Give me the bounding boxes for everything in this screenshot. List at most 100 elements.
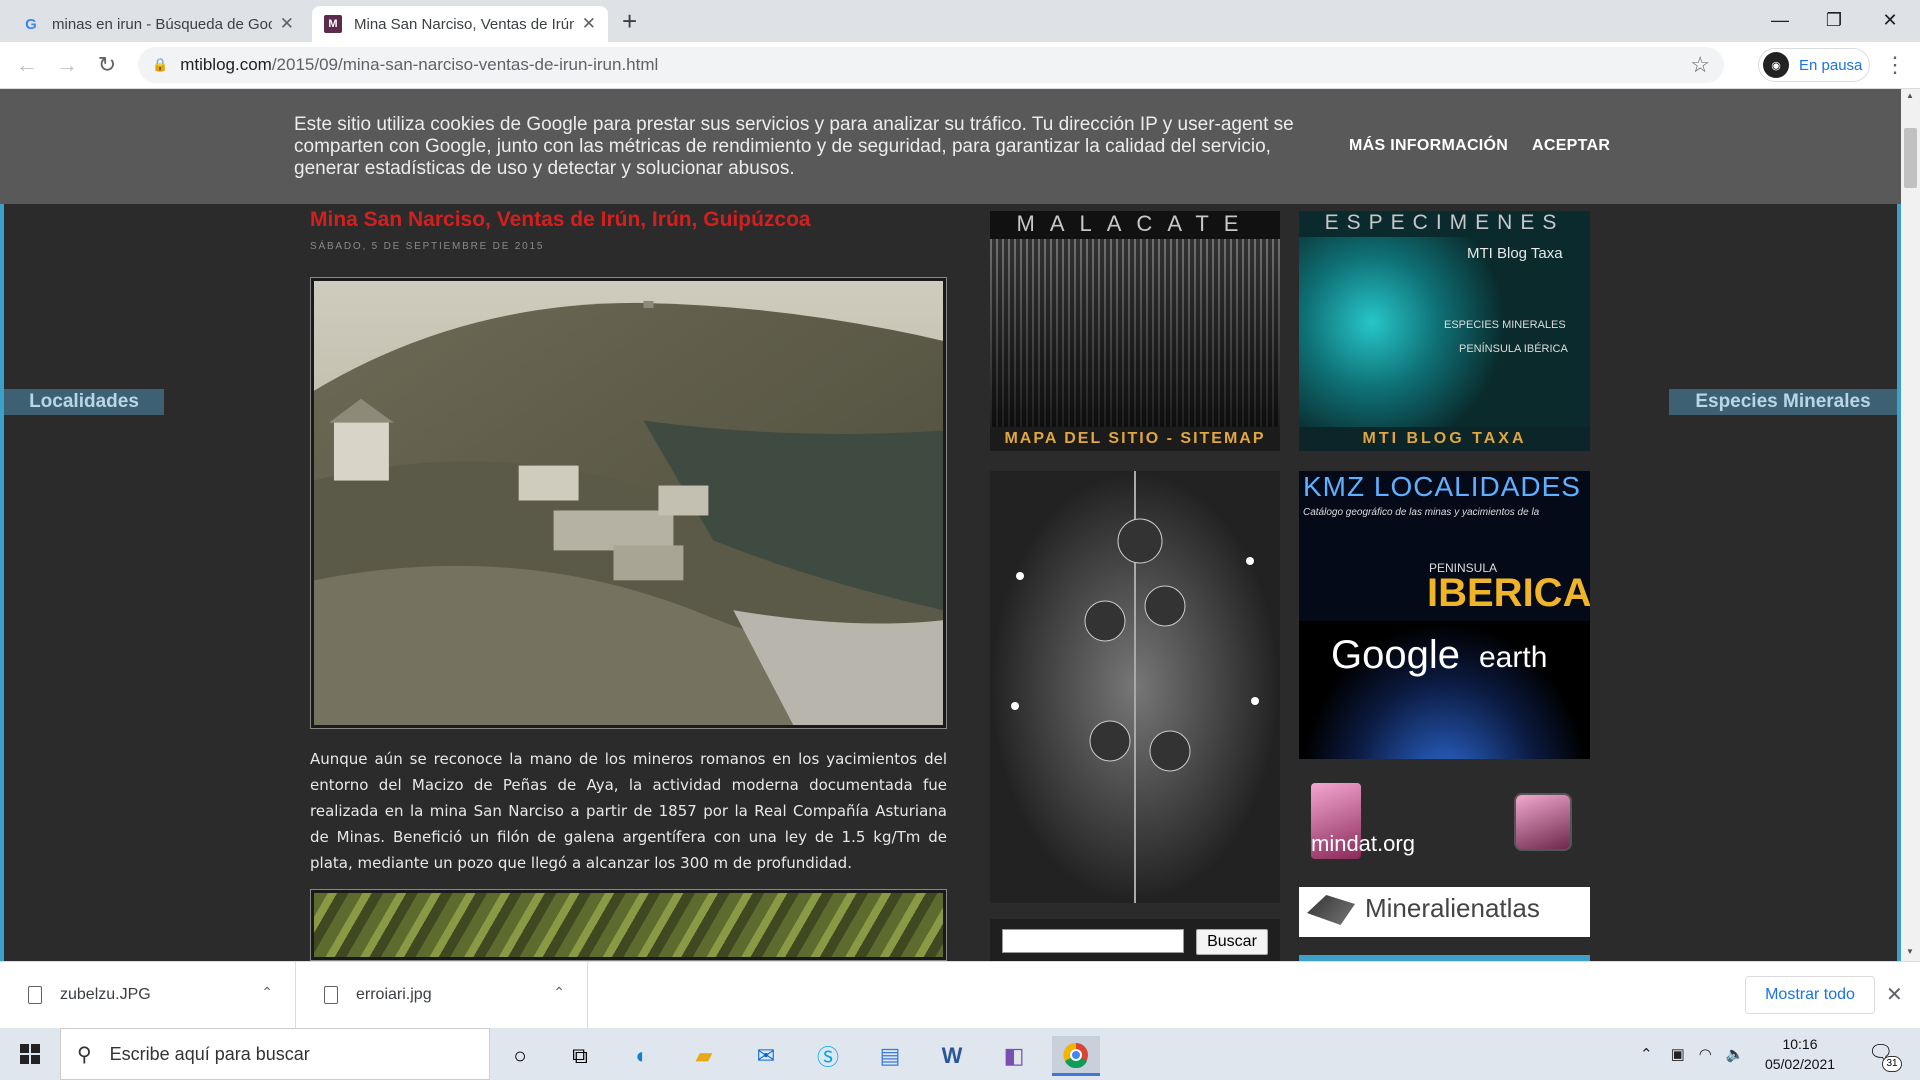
mindat-label: mindat.org (1311, 831, 1415, 856)
page-scrollbar[interactable]: ▲ ▼ (1901, 89, 1920, 961)
kmz-localidades-widget[interactable]: KMZ LOCALIDADES Catálogo geográfico de l… (1299, 471, 1590, 759)
especimenes-sub1: ESPECIES MINERALES (1444, 319, 1566, 331)
cookie-banner: Este sitio utiliza cookies de Google par… (0, 89, 1901, 204)
profile-status: En pausa (1799, 56, 1863, 74)
bookmark-star-icon[interactable]: ☆ (1690, 52, 1710, 78)
malacate-engraving (990, 239, 1280, 427)
maximize-button[interactable]: ❐ (1806, 0, 1862, 40)
download-item[interactable]: erroiari.jpg ⌃ (296, 962, 588, 1028)
mindat-widget[interactable]: mindat.org (1299, 779, 1590, 869)
more-info-button[interactable]: MÁS INFORMACIÓN (1349, 137, 1508, 155)
miners-engraving-widget[interactable] (990, 471, 1280, 903)
browser-toolbar: ← → ↻ 🔒 mtiblog.com/2015/09/mina-san-nar… (0, 42, 1920, 89)
download-filename: zubelzu.JPG (60, 986, 151, 1003)
scroll-up-icon[interactable]: ▲ (1906, 91, 1914, 100)
avatar: ◉ (1763, 52, 1789, 78)
onenote-icon[interactable]: ◧ (990, 1036, 1038, 1076)
close-tab-icon[interactable]: ✕ (280, 14, 294, 34)
chevron-up-icon[interactable]: ⌃ (261, 984, 273, 1001)
meet-now-icon[interactable]: ▣ (1671, 1045, 1685, 1063)
address-bar[interactable]: 🔒 mtiblog.com/2015/09/mina-san-narciso-v… (138, 47, 1724, 83)
search-button[interactable]: Buscar (1196, 929, 1268, 955)
side-tab-especies-minerales[interactable]: Especies Minerales (1669, 389, 1897, 415)
post-body-text: Aunque aún se reconoce la mano de los mi… (310, 750, 947, 872)
google-icon: G (25, 15, 37, 33)
lock-icon: 🔒 (152, 57, 169, 72)
clock-date: 05/02/2021 (1764, 1056, 1836, 1072)
start-button[interactable] (0, 1028, 60, 1080)
file-explorer-icon[interactable]: ▰ (680, 1036, 728, 1076)
mineral-logo-icon (1307, 895, 1355, 925)
tab-strip: G minas en irun - Búsqueda de Google ✕ M… (0, 0, 1920, 42)
file-icon (324, 986, 338, 1004)
search-widget: Buscar (990, 919, 1280, 961)
back-button[interactable]: ← (12, 50, 42, 80)
tab-title: minas en irun - Búsqueda de Google (52, 15, 272, 33)
sitemap-link[interactable]: MAPA DEL SITIO - SITEMAP (990, 427, 1280, 451)
show-all-downloads-button[interactable]: Mostrar todo (1745, 976, 1875, 1014)
tab-title: Mina San Narciso, Ventas de Irún, Irún, … (354, 15, 574, 33)
mail-icon[interactable]: ✉ (742, 1036, 790, 1076)
google-earth-word1: Google (1331, 633, 1460, 677)
windows-logo-icon (20, 1044, 40, 1064)
kmz-title: KMZ LOCALIDADES (1303, 471, 1581, 502)
tab-google-search[interactable]: G minas en irun - Búsqueda de Google ✕ (10, 6, 306, 42)
close-tab-icon[interactable]: ✕ (582, 14, 596, 34)
malacate-widget[interactable]: MALACATE MAPA DEL SITIO - SITEMAP (990, 211, 1280, 451)
close-window-button[interactable]: ✕ (1862, 0, 1918, 40)
skype-icon[interactable]: Ⓢ (804, 1036, 852, 1076)
word-icon[interactable]: W (928, 1036, 976, 1076)
chrome-menu-icon[interactable]: ⋮ (1884, 52, 1906, 78)
vegetation-photo (314, 893, 943, 957)
task-view-icon[interactable]: ⧉ (556, 1036, 604, 1076)
miners-illustration (1011, 471, 1259, 903)
system-tray: ⌃ ▣ ◠ 🔈 (1640, 1028, 1745, 1080)
desktop-app-icon[interactable]: ▤ (866, 1036, 914, 1076)
chrome-icon[interactable] (1052, 1036, 1100, 1076)
blog-favicon-icon: M (324, 15, 342, 33)
chevron-up-icon[interactable]: ⌃ (553, 984, 565, 1001)
cortana-icon[interactable]: ○ (496, 1036, 544, 1076)
chrome-logo-icon (1063, 1042, 1088, 1068)
volume-icon[interactable]: 🔈 (1726, 1045, 1745, 1063)
search-icon: ⚲ (77, 1043, 92, 1066)
accept-cookies-button[interactable]: ACEPTAR (1532, 137, 1610, 155)
blog-search-input[interactable] (1002, 929, 1184, 953)
close-downloads-icon[interactable]: ✕ (1886, 982, 1903, 1007)
reload-button[interactable]: ↻ (92, 50, 122, 80)
side-tab-localidades[interactable]: Localidades (4, 389, 164, 415)
chevron-up-icon[interactable]: ⌃ (1640, 1045, 1653, 1063)
especimenes-caption: MTI Blog Taxa (1467, 245, 1563, 262)
taskbar-search[interactable]: ⚲ Escribe aquí para buscar (60, 1028, 490, 1080)
especimenes-widget[interactable]: ESPECIMENES MTI Blog Taxa ESPECIES MINER… (1299, 211, 1590, 451)
wifi-icon[interactable]: ◠ (1699, 1045, 1712, 1063)
post-photo-mine-village[interactable] (310, 277, 947, 729)
mineral-specimen-photo (1299, 237, 1590, 427)
taskbar-search-placeholder: Escribe aquí para buscar (109, 1043, 310, 1064)
malacate-title: MALACATE (1016, 211, 1254, 236)
file-icon (28, 986, 42, 1004)
scroll-thumb[interactable] (1904, 128, 1917, 188)
profile-button[interactable]: ◉ En pausa (1758, 48, 1870, 82)
post-photo-vegetation[interactable] (310, 889, 947, 961)
new-tab-button[interactable]: + (622, 6, 637, 37)
post-title[interactable]: Mina San Narciso, Ventas de Irún, Irún, … (310, 208, 811, 232)
mineralienatlas-widget[interactable]: Mineralienatlas (1299, 887, 1590, 937)
google-earth-word2: earth (1479, 641, 1548, 674)
scroll-down-icon[interactable]: ▼ (1906, 947, 1914, 956)
clock-time: 10:16 (1782, 1036, 1818, 1052)
taxa-link[interactable]: MTI BLOG TAXA (1299, 427, 1590, 451)
minimize-button[interactable]: — (1752, 0, 1808, 40)
forward-button[interactable]: → (52, 50, 82, 80)
mindat-crystal-icon (1514, 793, 1572, 851)
kmz-subtitle: Catálogo geográfico de las minas y yacim… (1303, 507, 1540, 518)
downloads-bar: zubelzu.JPG ⌃ erroiari.jpg ⌃ Mostrar tod… (0, 961, 1920, 1028)
post-date: SÁBADO, 5 DE SEPTIEMBRE DE 2015 (310, 241, 545, 252)
taskbar-clock[interactable]: 10:16 05/02/2021 (1755, 1034, 1845, 1074)
windows-taskbar: ⚲ Escribe aquí para buscar ○ ⧉ ◐ ▰ ✉ Ⓢ ▤… (0, 1028, 1920, 1080)
edge-icon[interactable]: ◐ (618, 1036, 666, 1076)
download-item[interactable]: zubelzu.JPG ⌃ (0, 962, 296, 1028)
mine-photo-illustration (314, 281, 943, 725)
url-path: /2015/09/mina-san-narciso-ventas-de-irun… (271, 55, 659, 74)
tab-mina-san-narciso[interactable]: M Mina San Narciso, Ventas de Irún, Irún… (312, 6, 608, 42)
